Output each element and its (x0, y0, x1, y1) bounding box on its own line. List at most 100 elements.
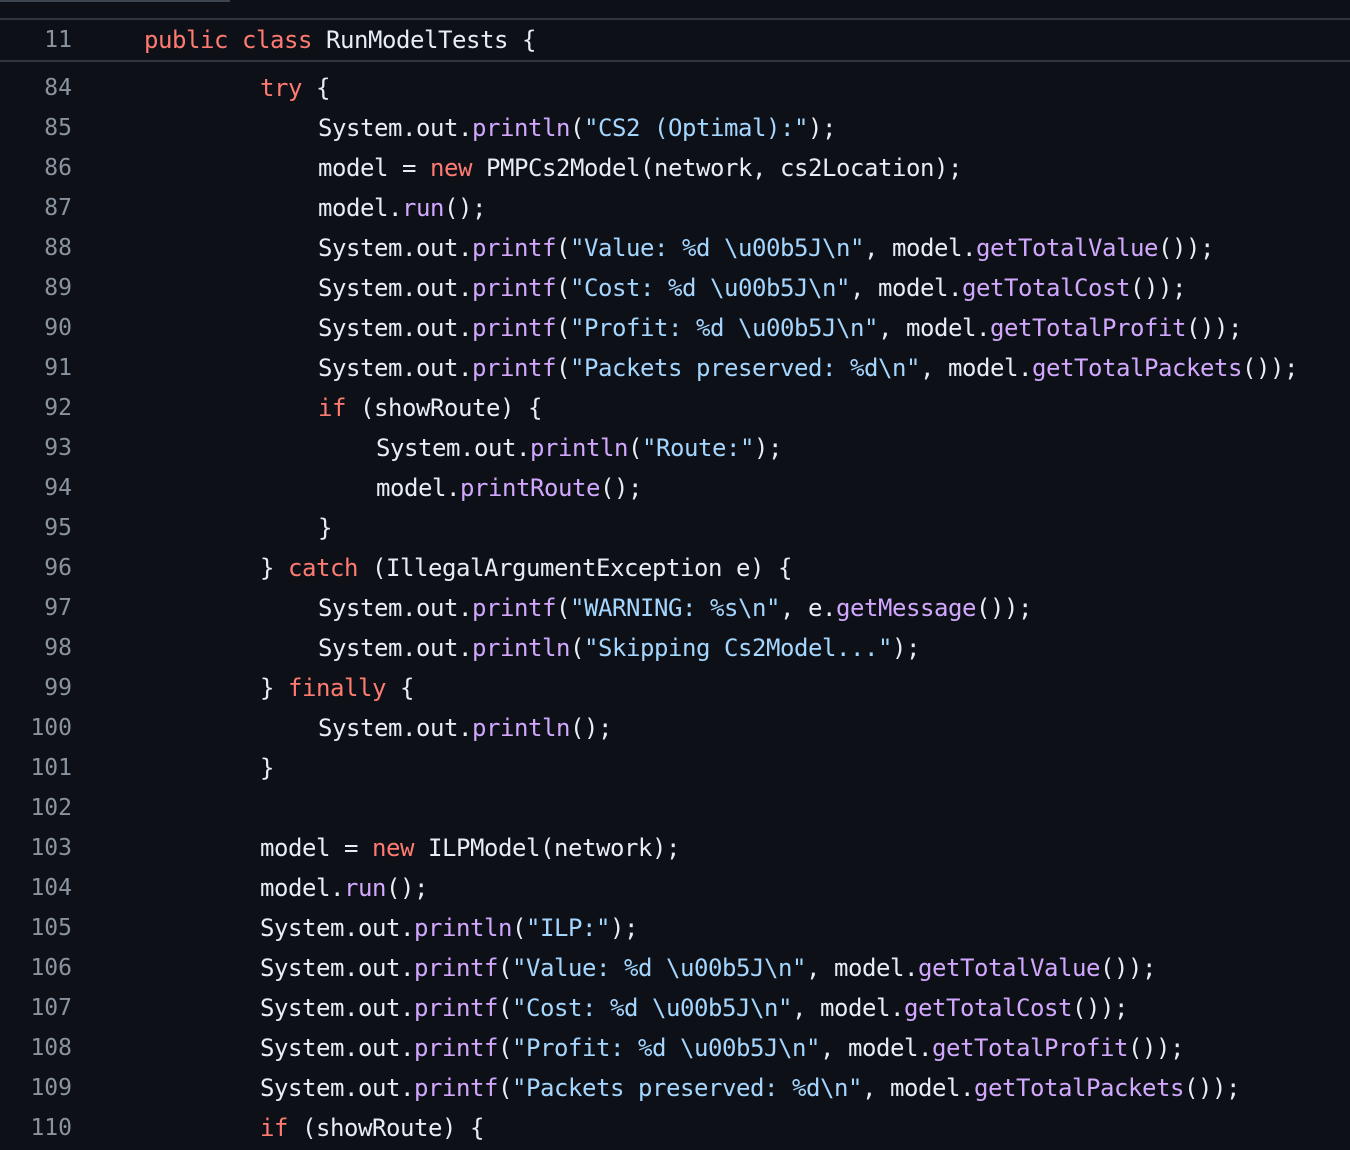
code-token: (); (570, 714, 612, 742)
code-token: System.out. (260, 954, 414, 982)
code-text: System.out.printf("Profit: %d \u00b5J\n"… (260, 1035, 1184, 1061)
code-line[interactable]: 90 System.out.printf("Profit: %d \u00b5J\… (0, 308, 1350, 348)
code-line[interactable]: 96 } catch (IllegalArgumentException e) { (0, 548, 1350, 588)
method-token: printf (472, 594, 556, 622)
code-line[interactable]: 101} (0, 748, 1350, 788)
line-number[interactable]: 110 (0, 1116, 72, 1140)
code-line[interactable]: 84 try { (0, 68, 1350, 108)
code-line[interactable]: 89 System.out.printf("Cost: %d \u00b5J\n"… (0, 268, 1350, 308)
code-token: (); (444, 194, 486, 222)
line-number[interactable]: 86 (0, 156, 72, 180)
line-number[interactable]: 101 (0, 756, 72, 780)
line-number[interactable]: 99 (0, 676, 72, 700)
line-number[interactable]: 100 (0, 716, 72, 740)
method-token: println (472, 114, 570, 142)
code-token: ()); (1185, 314, 1242, 342)
keyword-token: try (260, 74, 302, 102)
code-text: System.out.printf("Profit: %d \u00b5J\n"… (318, 315, 1242, 341)
code-line[interactable]: 110 if (showRoute) { (0, 1108, 1350, 1148)
code-token: model = (318, 154, 430, 182)
code-token: , model. (863, 234, 976, 262)
line-number[interactable]: 85 (0, 116, 72, 140)
line-number[interactable]: 96 (0, 556, 72, 580)
line-number[interactable]: 11 (0, 28, 72, 52)
string-token: "Packets preserved: %d\n" (570, 354, 920, 382)
code-token: , model. (805, 954, 918, 982)
code-token: (showRoute) { (346, 394, 542, 422)
code-line[interactable]: 108 System.out.printf("Profit: %d \u00b5J… (0, 1028, 1350, 1068)
line-number[interactable]: 94 (0, 476, 72, 500)
code-token: ( (556, 234, 570, 262)
code-line[interactable]: 109 System.out.printf("Packets preserved:… (0, 1068, 1350, 1108)
method-token: getTotalPackets (1031, 354, 1242, 382)
code-token: ( (556, 354, 570, 382)
line-number[interactable]: 103 (0, 836, 72, 860)
code-token: ( (570, 114, 584, 142)
code-text: System.out.printf("Cost: %d \u00b5J\n", … (318, 275, 1186, 301)
method-token: getTotalValue (975, 234, 1158, 262)
code-line[interactable]: 87 model.run(); (0, 188, 1350, 228)
code-line[interactable]: 94 model.printRoute(); (0, 468, 1350, 508)
code-token: , model. (877, 314, 990, 342)
code-line[interactable]: 98 System.out.println("Skipping Cs2Model.… (0, 628, 1350, 668)
code-token: ()); (1099, 954, 1156, 982)
code-text: model.run(); (318, 195, 486, 221)
code-token: ()); (1072, 994, 1128, 1022)
keyword-token: public (144, 26, 228, 54)
line-number[interactable]: 92 (0, 396, 72, 420)
line-number[interactable]: 89 (0, 276, 72, 300)
code-line[interactable]: 85 System.out.println("CS2 (Optimal):"); (0, 108, 1350, 148)
code-line[interactable]: 107 System.out.printf("Cost: %d \u00b5J\n… (0, 988, 1350, 1028)
code-line[interactable]: 91 System.out.printf("Packets preserved: … (0, 348, 1350, 388)
code-token: ()); (1157, 234, 1214, 262)
code-line[interactable]: 105 System.out.println("ILP:"); (0, 908, 1350, 948)
method-token: printf (414, 954, 498, 982)
code-token: System.out. (260, 914, 414, 942)
line-number[interactable]: 93 (0, 436, 72, 460)
code-line[interactable]: 88 System.out.printf("Value: %d \u00b5J\n… (0, 228, 1350, 268)
sticky-code-line[interactable]: 11 public class RunModelTests { (0, 20, 1350, 60)
code-line[interactable]: 106 System.out.printf("Value: %d \u00b5J\… (0, 948, 1350, 988)
code-line[interactable]: 86 model = new PMPCs2Model(network, cs2Lo… (0, 148, 1350, 188)
code-line[interactable]: 100 System.out.println(); (0, 708, 1350, 748)
line-number[interactable]: 107 (0, 996, 72, 1020)
line-number[interactable]: 87 (0, 196, 72, 220)
code-line[interactable]: 97 System.out.printf("WARNING: %s\n", e.g… (0, 588, 1350, 628)
code-token: System.out. (318, 314, 472, 342)
code-line[interactable]: 104 model.run(); (0, 868, 1350, 908)
code-text: System.out.println("Route:"); (376, 435, 782, 461)
code-token: model. (376, 474, 460, 502)
code-line[interactable]: 93 System.out.println("Route:"); (0, 428, 1350, 468)
line-number[interactable]: 90 (0, 316, 72, 340)
code-token: ()); (1130, 274, 1186, 302)
code-text: if (showRoute) { (318, 395, 542, 421)
line-number[interactable]: 105 (0, 916, 72, 940)
line-number[interactable]: 98 (0, 636, 72, 660)
code-token: ( (498, 1034, 512, 1062)
line-number[interactable]: 91 (0, 356, 72, 380)
code-line[interactable]: 102 (0, 788, 1350, 828)
sticky-scope-header[interactable]: 11 public class RunModelTests { (0, 20, 1350, 62)
code-line[interactable]: 99} finally { (0, 668, 1350, 708)
line-number[interactable]: 88 (0, 236, 72, 260)
keyword-token: new (372, 834, 414, 862)
line-number[interactable]: 95 (0, 516, 72, 540)
code-line[interactable]: 95} (0, 508, 1350, 548)
method-token: println (530, 434, 628, 462)
method-token: println (472, 634, 570, 662)
code-token: } (260, 754, 274, 782)
code-view[interactable]: 84 try {85 System.out.println("CS2 (Optima… (0, 68, 1350, 1150)
code-line[interactable]: 92 if (showRoute) { (0, 388, 1350, 428)
line-number[interactable]: 109 (0, 1076, 72, 1100)
line-number[interactable]: 108 (0, 1036, 72, 1060)
code-line[interactable]: 103 model = new ILPModel(network); (0, 828, 1350, 868)
method-token: printf (414, 994, 498, 1022)
code-token: System.out. (318, 714, 472, 742)
line-number[interactable]: 84 (0, 76, 72, 100)
line-number[interactable]: 106 (0, 956, 72, 980)
line-number[interactable]: 97 (0, 596, 72, 620)
string-token: "Profit: %d \u00b5J\n" (512, 1034, 820, 1062)
code-text: } catch (IllegalArgumentException e) { (260, 555, 792, 581)
line-number[interactable]: 104 (0, 876, 72, 900)
line-number[interactable]: 102 (0, 796, 72, 820)
